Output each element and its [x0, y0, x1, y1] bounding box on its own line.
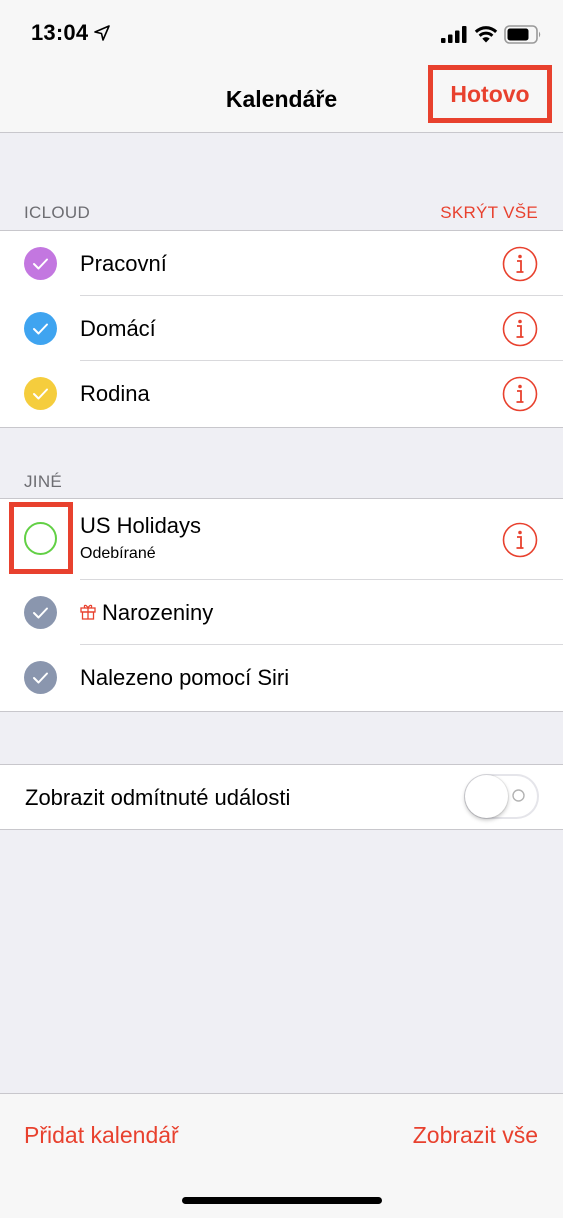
status-bar: 13:04 [0, 0, 563, 66]
calendar-row-rodina[interactable]: Rodina [0, 361, 563, 427]
checkmark-icon [33, 607, 48, 619]
location-arrow-icon [94, 25, 110, 41]
calendar-row-narozeniny[interactable]: Narozeniny [0, 580, 563, 645]
calendar-name: Pracovní [80, 251, 167, 276]
calendar-subtitle: Odebírané [80, 545, 156, 562]
calendar-row-domaci[interactable]: Domácí [0, 296, 563, 361]
checkmark-icon [33, 323, 48, 335]
calendar-row-us-holidays[interactable]: US Holidays Odebírané [0, 499, 563, 580]
calendar-name: Rodina [80, 381, 150, 406]
status-time: 13:04 [31, 20, 89, 45]
calendar-name: Narozeniny [102, 600, 214, 625]
highlight-annotation [9, 502, 73, 574]
battery-icon [504, 25, 542, 44]
calendar-row-siri[interactable]: Nalezeno pomocí Siri [0, 645, 563, 711]
other-calendar-list: US Holidays Odebírané Narozeniny Nalezen… [0, 498, 563, 712]
calendars-screen: 13:04 Kalendáře Hotovo ICLOUD SKRÝT VŠE … [0, 0, 563, 1218]
add-calendar-button[interactable]: Přidat kalendář [24, 1122, 179, 1149]
section-header-other: JINÉ [24, 472, 539, 492]
wifi-icon [474, 24, 498, 43]
hide-all-button[interactable]: SKRÝT VŠE [440, 203, 538, 223]
toggle-off-icon [512, 789, 525, 802]
info-icon[interactable] [502, 522, 538, 558]
calendar-checkbox-domaci[interactable] [24, 312, 57, 345]
checkmark-icon [33, 388, 48, 400]
navigation-bar: Kalendáře Hotovo [0, 65, 563, 133]
declined-events-row: Zobrazit odmítnuté události [0, 764, 563, 830]
done-button[interactable]: Hotovo [428, 65, 552, 123]
section-title-icloud: ICLOUD [24, 203, 91, 222]
calendar-checkbox-narozeniny[interactable] [24, 596, 57, 629]
toggle-knob [465, 775, 508, 818]
gift-icon [80, 603, 96, 620]
checkmark-icon [33, 258, 48, 270]
info-icon[interactable] [502, 376, 538, 412]
show-all-button[interactable]: Zobrazit vše [413, 1122, 538, 1149]
calendar-name: Nalezeno pomocí Siri [80, 665, 290, 690]
info-icon[interactable] [502, 246, 538, 282]
calendar-row-pracovni[interactable]: Pracovní [0, 231, 563, 296]
calendar-checkbox-rodina[interactable] [24, 377, 57, 410]
checkmark-icon [33, 672, 48, 684]
cellular-signal-icon [441, 26, 467, 43]
calendar-checkbox-siri[interactable] [24, 661, 57, 694]
declined-events-toggle[interactable] [464, 774, 539, 819]
declined-events-label: Zobrazit odmítnuté události [25, 785, 291, 810]
calendar-name: Domácí [80, 316, 156, 341]
calendar-name: US Holidays [80, 513, 202, 538]
icloud-calendar-list: Pracovní Domácí Rodina [0, 230, 563, 428]
info-icon[interactable] [502, 311, 538, 347]
calendar-checkbox-pracovni[interactable] [24, 247, 57, 280]
home-indicator[interactable] [182, 1197, 382, 1204]
section-title-other: JINÉ [24, 472, 63, 491]
